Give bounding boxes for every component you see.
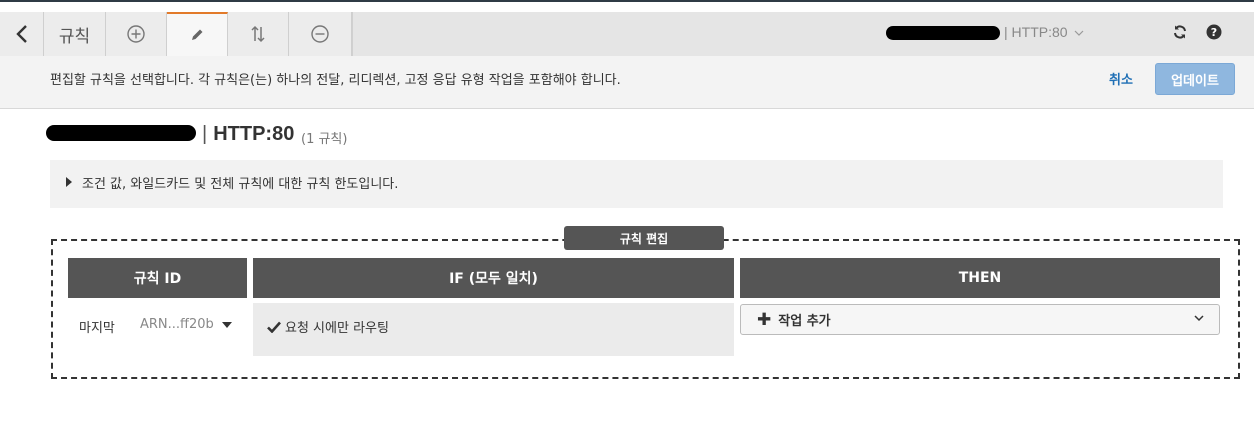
svg-text:?: ? (1211, 26, 1217, 39)
tab-rules-label: 규칙 (58, 26, 91, 47)
sort-arrows-icon (251, 25, 265, 43)
rule-arn-dropdown[interactable]: ARN...ff20b (140, 317, 232, 332)
info-message: 편집할 규칙을 선택합니다. 각 규칙은(는) 하나의 전달, 리디렉션, 고정… (50, 73, 621, 88)
cancel-button[interactable]: 취소 (1109, 69, 1133, 88)
column-header-if: IF (모두 일치) (253, 258, 734, 298)
checkmark-icon (267, 321, 281, 333)
reorder-rules-button[interactable] (228, 12, 289, 56)
column-header-rule-id: 규칙 ID (68, 258, 247, 298)
delete-rule-button[interactable] (289, 12, 352, 56)
redacted-listener-name (46, 125, 196, 141)
plus-circle-icon (127, 25, 145, 43)
help-icon: ? (1206, 24, 1222, 40)
lb-protocol-label: | HTTP:80 (1004, 24, 1068, 40)
listener-protocol: HTTP:80 (213, 123, 295, 145)
conditions-toggle-label: 조건 값, 와일드카드 및 전체 규칙에 대한 규칙 한도입니다. (82, 177, 399, 192)
rule-priority: 마지막 (79, 321, 115, 336)
refresh-button[interactable] (1172, 24, 1188, 44)
minus-circle-icon (311, 25, 329, 43)
toolbar-filler (352, 12, 1254, 56)
if-condition-cell: 요청 시에만 라우팅 (253, 303, 734, 356)
tab-rules[interactable]: 규칙 (44, 12, 106, 56)
info-bar: 편집할 규칙을 선택합니다. 각 규칙은(는) 하나의 전달, 리디렉션, 고정… (0, 56, 1254, 109)
conditions-toggle[interactable]: 조건 값, 와일드카드 및 전체 규칙에 대한 규칙 한도입니다. (50, 160, 1223, 208)
help-button[interactable]: ? (1206, 24, 1222, 44)
edit-rules-button[interactable] (167, 12, 228, 56)
chevron-down-icon (1075, 30, 1084, 36)
add-action-button[interactable]: ✚ 작업 추가 (740, 304, 1220, 335)
if-condition-label: 요청 시에만 라우팅 (285, 321, 389, 336)
add-rule-button[interactable] (106, 12, 167, 56)
lb-selector[interactable]: | HTTP:80 (1004, 24, 1084, 40)
listener-title: | HTTP:80 (202, 123, 294, 146)
rule-edit-label: 규칙 편집 (564, 226, 724, 250)
refresh-icon (1174, 25, 1186, 39)
rule-count: (1 규칙) (301, 132, 348, 147)
if-condition: 요청 시에만 라우팅 (267, 317, 389, 336)
update-button[interactable]: 업데이트 (1155, 63, 1235, 95)
caret-down-icon (221, 321, 232, 328)
pencil-icon (192, 29, 203, 40)
back-button[interactable] (0, 12, 44, 56)
title-separator: | (202, 123, 208, 145)
plus-icon: ✚ (757, 309, 772, 330)
column-header-then: THEN (740, 258, 1220, 298)
rule-arn: ARN...ff20b (140, 317, 214, 332)
chevron-left-icon (15, 25, 27, 43)
chevron-down-icon (1194, 315, 1204, 322)
caret-right-icon (66, 177, 72, 187)
add-action-label: 작업 추가 (778, 314, 831, 329)
top-border (0, 0, 1254, 2)
redacted-lb-name (886, 26, 1000, 40)
